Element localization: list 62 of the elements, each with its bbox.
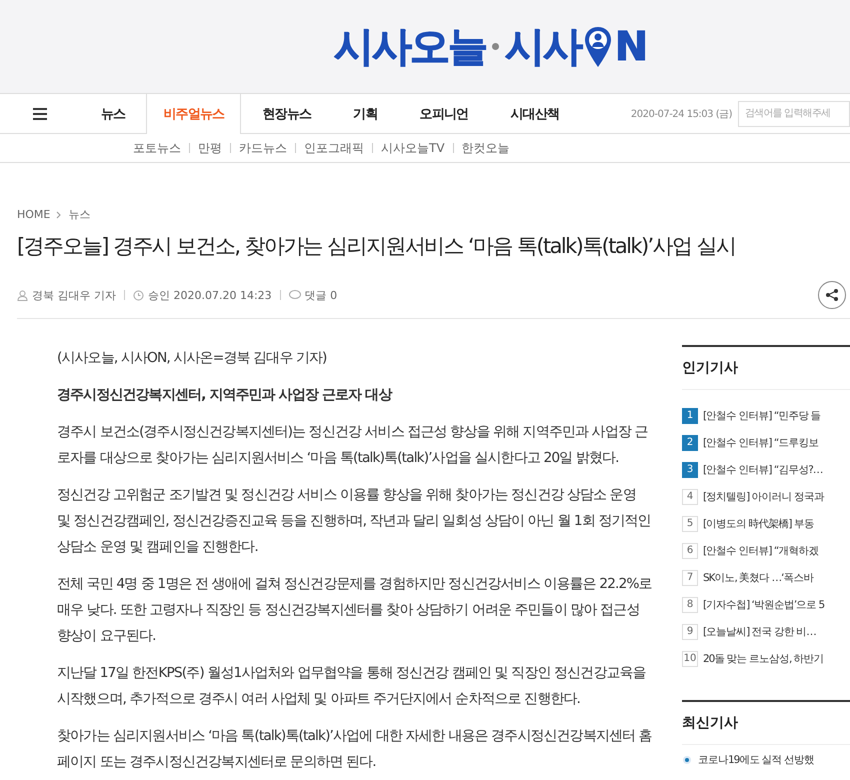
section-title: 인기기사 (682, 359, 739, 377)
speech-bubble-icon (288, 290, 301, 300)
rank-number: 5 (682, 516, 698, 532)
rank-number: 4 (682, 488, 698, 504)
rank-number: 2 (682, 434, 698, 450)
rank-number: 3 (682, 462, 698, 478)
subnav-link[interactable]: 인포그래픽 (304, 140, 364, 156)
subnav-link[interactable]: 만평 (198, 140, 222, 156)
popular-article-link[interactable]: 2 [안철수 인터뷰] “드루킹보 (682, 429, 850, 456)
logo-text[interactable]: 시사오늘 (334, 19, 486, 74)
current-date: 2020-07-24 15:03 (금) (630, 108, 732, 120)
breadcrumb-link[interactable]: HOME (17, 208, 50, 221)
popular-article-link[interactable]: 5 [이병도의 時代架橋] 부동 (682, 510, 850, 537)
nav-tab[interactable]: 시대산책 (489, 94, 580, 133)
search-field[interactable]: 검색어를 입력해주세 (738, 100, 850, 126)
subnav-link[interactable]: 카드뉴스 (239, 140, 287, 156)
article-paragraph: 경주시 보건소(경주시정신건강복지센터)는 정신건강 서비스 접근성 향상을 위해 지역주민과 사업장 근로자를 대상으로 찾아가는 심리지원서비스 ‘마음 톡(talk)톡(talk)’사업을 실시한다고 20일 밝혔다. (57, 423, 649, 468)
rank-number: 10 (682, 650, 698, 666)
author-name: 경북 김대우 기자 (32, 288, 116, 302)
person-icon (17, 290, 28, 300)
rank-number: 6 (682, 542, 698, 558)
nav-tab[interactable]: 뉴스 (80, 94, 146, 133)
approval-date: 승인 2020.07.20 14:23 (148, 288, 272, 302)
latest-article-link[interactable]: 코로나19에도 실적 선방했 (682, 753, 850, 767)
subnav-link[interactable]: 포토뉴스 (133, 140, 181, 156)
menu-icon (33, 108, 47, 120)
popular-article-link[interactable]: 4 [정치텔링] 아이러니 정국과 (682, 483, 850, 510)
rank-number: 9 (682, 624, 698, 640)
rank-number: 7 (682, 570, 698, 586)
article-paragraph: 정신건강 고위험군 조기발견 및 정신건강 서비스 이용률 향상을 위해 찾아가는 정신건강 상담소 운영 및 정신건강캠페인, 정신건강증진교육 등을 진행하며, 작년과 달리 일회성 상담이 아닌 월 1회 정기적인 상담소 운영 및 캠페인을 진행한다. (57, 486, 652, 557)
popular-article-link[interactable]: 3 [안철수 인터뷰] “김무성?… (682, 456, 850, 483)
clock-icon (133, 290, 144, 300)
pin-person-icon (582, 24, 613, 68)
subnav-link[interactable]: 한컷오늘 (462, 140, 510, 156)
article-paragraph: 찾아가는 심리지원서비스 ‘마음 톡(talk)톡(talk)’사업에 대한 자세한 내용은 경주시정신건강복지센터 홈페이지 또는 경주시정신건강복지센터로 문의하면 된다. (57, 727, 652, 772)
rank-number: 8 (682, 596, 698, 612)
share-button[interactable] (818, 281, 846, 309)
bullet-icon (682, 755, 692, 765)
article-paragraph: 지난달 17일 한전KPS(주) 월성1사업처와 업무협약을 통해 정신건강 캠페인 및 직장인 정신건강교육을 시작했으며, 추가적으로 경주시 여러 사업체 및 아파트 주거단지에서 순차적으로 진행한다. (57, 664, 647, 709)
breadcrumb-link[interactable]: 뉴스 (68, 207, 90, 222)
article-subtitle: 경주시정신건강복지센터, 지역주민과 사업장 근로자 대상 (57, 386, 393, 405)
popular-article-link[interactable]: 1 [안철수 인터뷰] “민주당 들 (682, 402, 850, 429)
article-paragraph: (시사오늘, 시사ON, 시사온=경북 김대우 기자) (57, 349, 328, 368)
share-icon (825, 288, 839, 302)
section-title: 최신기사 (682, 714, 739, 732)
rank-number: 1 (682, 408, 698, 424)
article-title: [경주오늘] 경주시 보건소, 찾아가는 심리지원서비스 ‘마음 톡(talk)톡(talk)’사업 실시 (17, 233, 736, 260)
article-paragraph: 전체 국민 4명 중 1명은 전 생애에 걸쳐 정신건강문제를 경험하지만 정신건강서비스 이용률은 22.2%로 매우 낮다. 또한 고령자나 직장인 등 정신건강복지센터를 찾아 상담하기 어려운 주민들이 많아 접근성 향상이 요구된다. (57, 575, 652, 646)
comment-count[interactable]: 댓글 0 (304, 288, 338, 302)
popular-article-link[interactable]: 6 [안철수 인터뷰] “개혁하겠 (682, 537, 850, 564)
logo-text[interactable]: N (614, 24, 646, 70)
nav-tab[interactable]: 오피니언 (398, 94, 490, 133)
logo-text[interactable]: 시사 (504, 19, 581, 74)
popular-article-link[interactable]: 9 [오늘날씨] 전국 강한 비… (682, 618, 850, 645)
nav-tab[interactable]: 기획 (332, 94, 399, 133)
chevron-right-icon (56, 210, 62, 218)
nav-tab[interactable]: 현장뉴스 (241, 94, 332, 133)
popular-article-link[interactable]: 7 SK이노, 美쳤다 …‘폭스바 (682, 564, 850, 591)
popular-article-link[interactable]: 8 [기자수첩] ‘박원순법’으로 5 (682, 591, 850, 618)
logo-dot-icon (492, 43, 499, 50)
popular-article-link[interactable]: 10 20돌 맞는 르노삼성, 하반기 (682, 645, 850, 672)
subnav-link[interactable]: 시사오늘TV (381, 140, 445, 156)
